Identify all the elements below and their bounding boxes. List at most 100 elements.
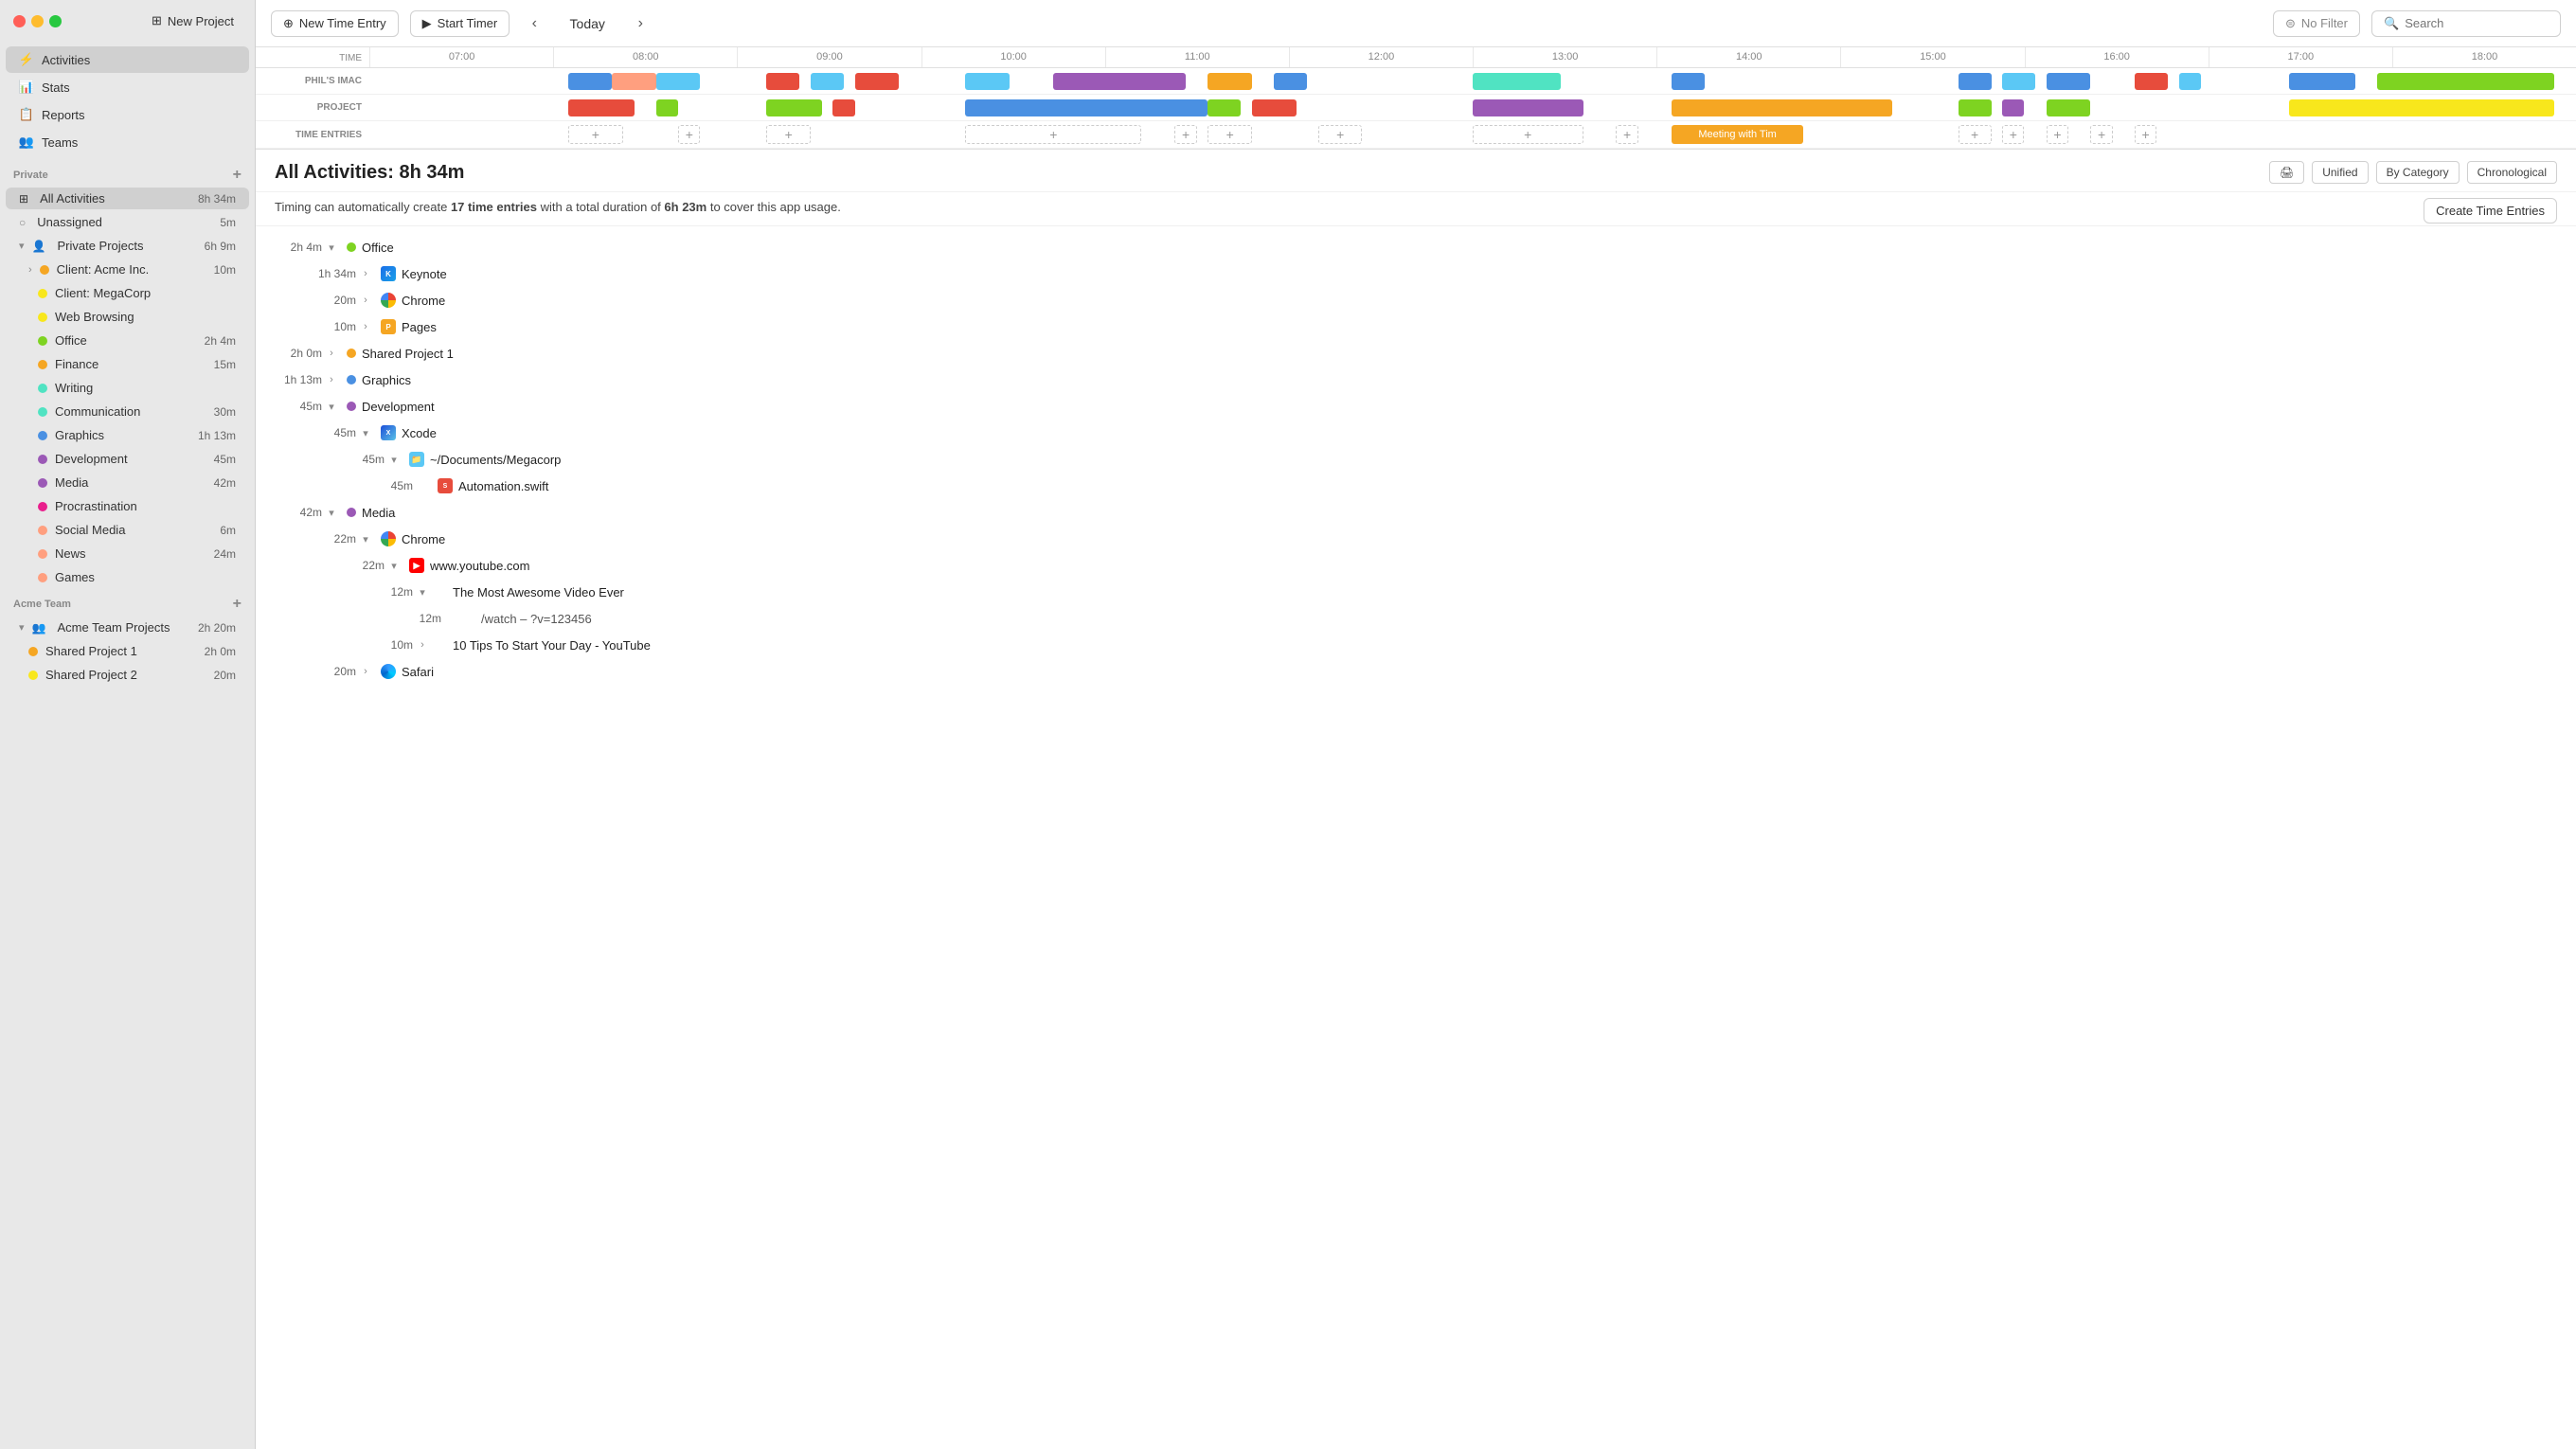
proj-bar-1[interactable] — [568, 99, 635, 116]
bar-chrome-5[interactable] — [2047, 73, 2091, 90]
te-10[interactable]: + — [1959, 125, 1992, 144]
proj-bar-10[interactable] — [1959, 99, 1992, 116]
bar-app6[interactable] — [2002, 73, 2035, 90]
bar-green-last[interactable] — [2377, 73, 2553, 90]
bar-keynote-2[interactable] — [855, 73, 900, 90]
proj-bar-12[interactable] — [2047, 99, 2091, 116]
proj-bar-6[interactable] — [1208, 99, 1241, 116]
acme-team-section-add[interactable]: + — [233, 597, 242, 612]
te-3[interactable]: + — [766, 125, 811, 144]
sidebar-item-activities[interactable]: ⚡ Activities — [6, 46, 249, 73]
proj-bar-3[interactable] — [766, 99, 821, 116]
sidebar-item-stats[interactable]: 📊 Stats — [6, 74, 249, 100]
te-7[interactable]: + — [1318, 125, 1363, 144]
te-2[interactable]: + — [678, 125, 700, 144]
sidebar-item-development[interactable]: Development 45m — [6, 448, 249, 470]
sidebar-item-office[interactable]: Office 2h 4m — [6, 330, 249, 351]
sidebar-item-shared-project-1[interactable]: Shared Project 1 2h 0m — [6, 640, 249, 662]
proj-bar-2[interactable] — [656, 99, 678, 116]
sidebar-item-megacorp[interactable]: Client: MegaCorp — [6, 282, 249, 304]
sidebar-item-private-projects[interactable]: ▾ 👤 Private Projects 6h 9m — [6, 235, 249, 257]
proj-bar-9[interactable] — [1672, 99, 1892, 116]
sidebar-item-games[interactable]: Games — [6, 566, 249, 588]
list-item-watch-url[interactable]: 12m /watch – ?v=123456 — [256, 605, 2576, 632]
list-item-documents-megacorp[interactable]: 45m ▾ 📁 ~/Documents/Megacorp — [256, 446, 2576, 473]
unified-view-button[interactable]: Unified — [2312, 161, 2368, 184]
sidebar-item-media[interactable]: Media 42m — [6, 472, 249, 493]
te-13[interactable]: + — [2090, 125, 2112, 144]
sidebar-item-social-media[interactable]: Social Media 6m — [6, 519, 249, 541]
te-4[interactable]: + — [965, 125, 1141, 144]
list-item-youtube-domain[interactable]: 22m ▾ ▶ www.youtube.com — [256, 552, 2576, 579]
list-item-graphics[interactable]: 1h 13m › Graphics — [256, 367, 2576, 393]
bar-app3[interactable] — [965, 73, 1010, 90]
bar-chrome-4[interactable] — [1959, 73, 1992, 90]
project-content[interactable] — [369, 97, 2576, 119]
sidebar-item-news[interactable]: News 24m — [6, 543, 249, 564]
sidebar-item-web-browsing[interactable]: Web Browsing — [6, 306, 249, 328]
list-item-pages[interactable]: 10m › P Pages — [256, 313, 2576, 340]
bar-app4[interactable] — [1053, 73, 1186, 90]
list-item-xcode[interactable]: 45m ▾ X Xcode — [256, 420, 2576, 446]
list-item-media[interactable]: 42m ▾ Media — [256, 499, 2576, 526]
bar-chrome-3[interactable] — [1672, 73, 1705, 90]
minimize-button[interactable] — [31, 15, 44, 27]
sidebar-item-reports[interactable]: 📋 Reports — [6, 101, 249, 128]
chronological-view-button[interactable]: Chronological — [2467, 161, 2557, 184]
bar-sketch[interactable] — [1208, 73, 1252, 90]
list-item-shared-project-1[interactable]: 2h 0m › Shared Project 1 — [256, 340, 2576, 367]
bar-keynote-1[interactable] — [766, 73, 799, 90]
list-item-office[interactable]: 2h 4m ▾ Office — [256, 234, 2576, 260]
proj-bar-5[interactable] — [965, 99, 1208, 116]
print-button[interactable]: 🖨 — [2269, 161, 2304, 184]
bar-app8[interactable] — [2179, 73, 2201, 90]
te-5[interactable]: + — [1174, 125, 1196, 144]
search-box[interactable]: 🔍 — [2371, 10, 2561, 37]
te-11[interactable]: + — [2002, 125, 2024, 144]
proj-bar-4[interactable] — [832, 99, 854, 116]
new-time-entry-button[interactable]: ⊕ New Time Entry — [271, 10, 399, 37]
sidebar-item-unassigned[interactable]: ○ Unassigned 5m — [6, 211, 249, 233]
list-item-chrome-office[interactable]: 20m › Chrome — [256, 287, 2576, 313]
create-time-entries-button[interactable]: Create Time Entries — [2424, 198, 2557, 224]
bar-app2[interactable] — [811, 73, 844, 90]
sidebar-item-shared-project-2[interactable]: Shared Project 2 20m — [6, 664, 249, 686]
te-12[interactable]: + — [2047, 125, 2068, 144]
list-item-safari[interactable]: 20m › Safari — [256, 658, 2576, 685]
proj-bar-13[interactable] — [2289, 99, 2554, 116]
list-item-chrome-media[interactable]: 22m ▾ Chrome — [256, 526, 2576, 552]
proj-bar-7[interactable] — [1252, 99, 1297, 116]
close-button[interactable] — [13, 15, 26, 27]
sidebar-item-all-activities[interactable]: ⊞ All Activities 8h 34m — [6, 188, 249, 209]
next-day-button[interactable]: › — [627, 10, 653, 37]
bar-finder[interactable] — [612, 73, 656, 90]
sidebar-item-acme-team-projects[interactable]: ▾ 👥 Acme Team Projects 2h 20m — [6, 617, 249, 638]
te-14[interactable]: + — [2135, 125, 2156, 144]
sidebar-item-graphics[interactable]: Graphics 1h 13m — [6, 424, 249, 446]
filter-button[interactable]: ⊜ No Filter — [2273, 10, 2360, 37]
list-item-awesome-video[interactable]: 12m ▾ The Most Awesome Video Ever — [256, 579, 2576, 605]
prev-day-button[interactable]: ‹ — [521, 10, 547, 37]
time-entries-content[interactable]: + + + + + + + + + Meeting with Tim + + +… — [369, 121, 2576, 148]
maximize-button[interactable] — [49, 15, 62, 27]
bar-app7[interactable] — [2135, 73, 2168, 90]
te-meeting[interactable]: Meeting with Tim — [1672, 125, 1804, 144]
sidebar-item-client-acme[interactable]: › Client: Acme Inc. 10m — [6, 259, 249, 280]
list-item-10-tips[interactable]: 10m › 10 Tips To Start Your Day - YouTub… — [256, 632, 2576, 658]
te-1[interactable]: + — [568, 125, 623, 144]
list-item-development[interactable]: 45m ▾ Development — [256, 393, 2576, 420]
list-item-keynote[interactable]: 1h 34m › K Keynote — [256, 260, 2576, 287]
bar-chrome-1[interactable] — [568, 73, 613, 90]
list-item-automation-swift[interactable]: 45m S Automation.swift — [256, 473, 2576, 499]
search-input[interactable] — [2405, 16, 2537, 30]
private-section-add[interactable]: + — [233, 168, 242, 183]
bar-chrome-last[interactable] — [2289, 73, 2355, 90]
new-project-button[interactable]: ⊞ New Project — [144, 9, 242, 32]
bar-app5[interactable] — [1473, 73, 1561, 90]
by-category-view-button[interactable]: By Category — [2376, 161, 2460, 184]
sidebar-item-teams[interactable]: 👥 Teams — [6, 129, 249, 155]
te-8[interactable]: + — [1473, 125, 1583, 144]
sidebar-item-finance[interactable]: Finance 15m — [6, 353, 249, 375]
sidebar-item-communication[interactable]: Communication 30m — [6, 401, 249, 422]
start-timer-button[interactable]: ▶ Start Timer — [410, 10, 510, 37]
